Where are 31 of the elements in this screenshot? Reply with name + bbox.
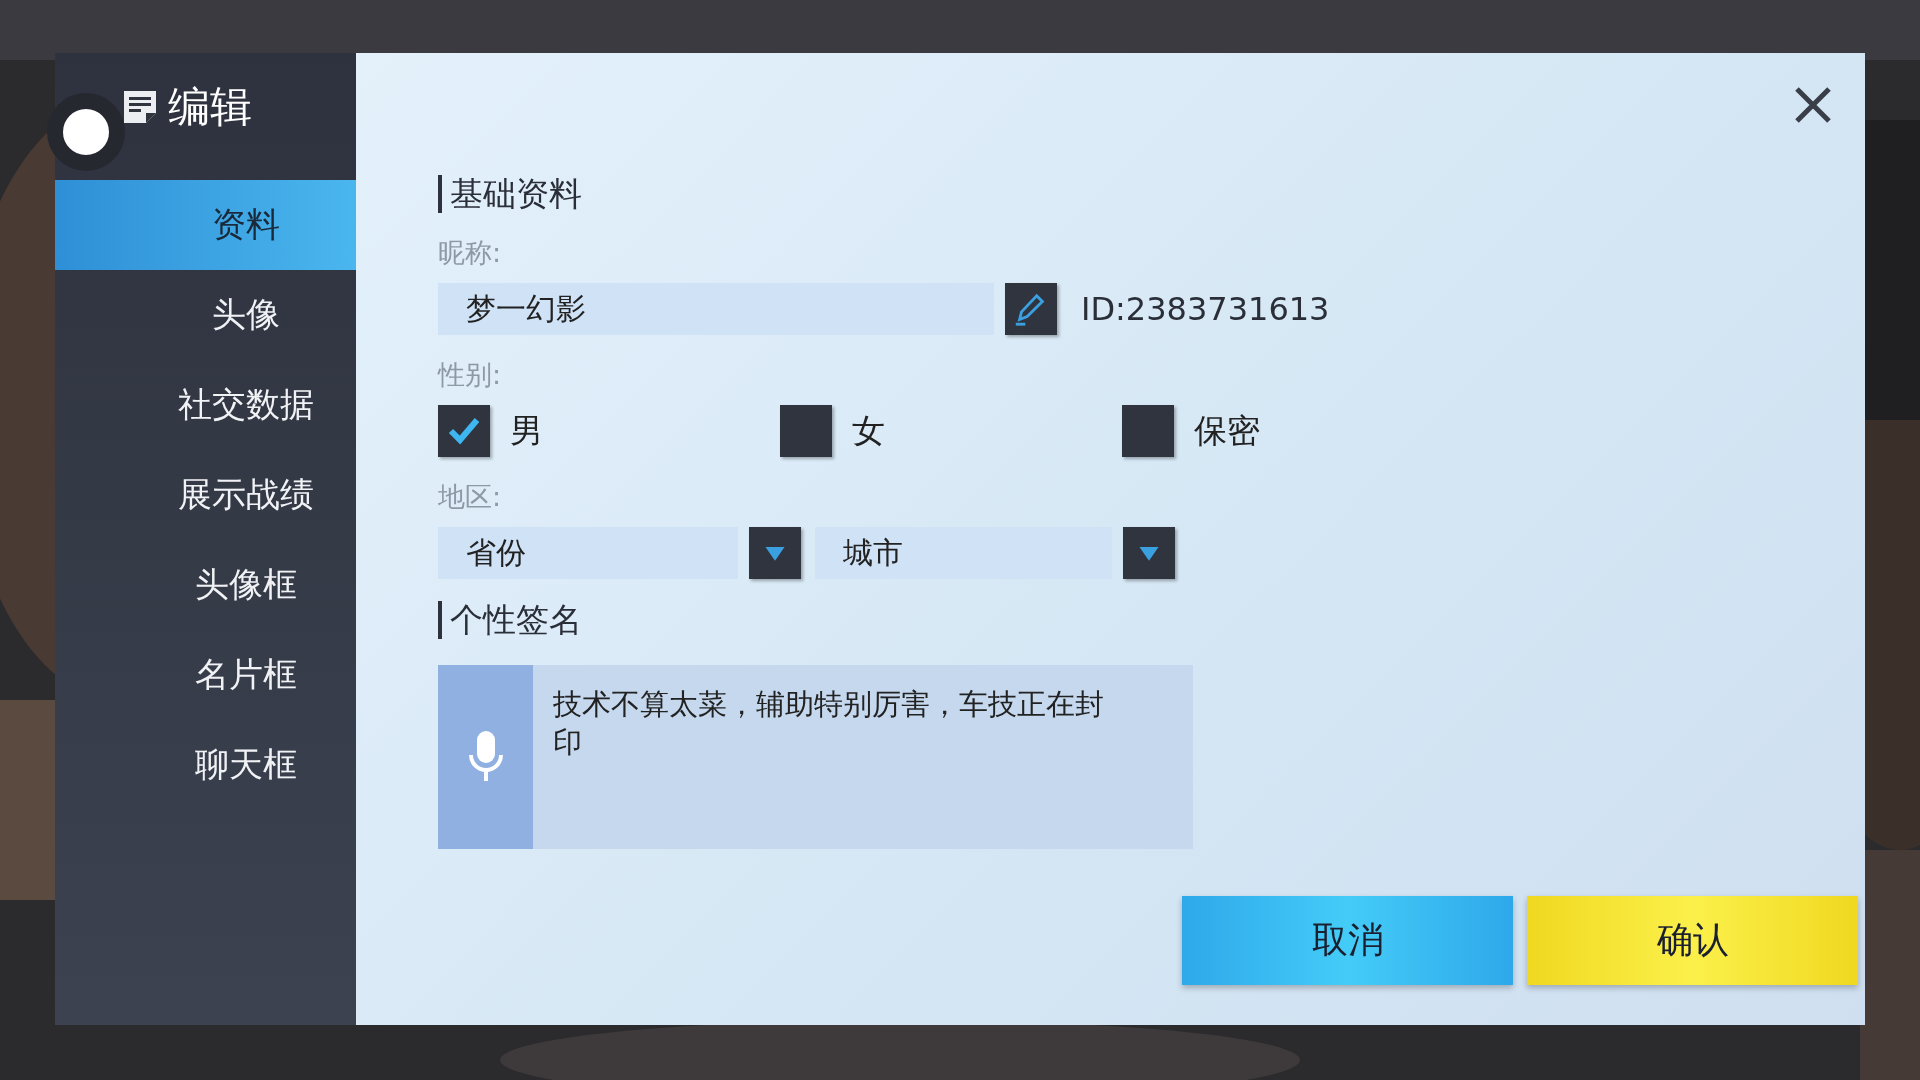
field-label: 昵称: [438,236,503,270]
signature-field[interactable]: 技术不算太菜，辅助特别厉害，车技正在封印 [438,665,1193,849]
dropdown-field[interactable]: 省份 [438,527,738,579]
dropdown-button[interactable] [749,527,801,579]
sidebar-tab[interactable]: 头像框 [55,540,356,630]
player-id: ID:2383731613 [1081,290,1330,328]
checkbox[interactable] [438,405,490,457]
option-label: 保密 [1194,409,1260,452]
cancel-button[interactable]: 取消 [1182,896,1513,985]
nickname-field[interactable]: 梦一幻影 [438,283,994,335]
dropdown-field[interactable]: 城市 [815,527,1112,579]
dropdown-button[interactable] [1123,527,1175,579]
confirm-button[interactable]: 确认 [1527,896,1858,985]
panel-title: 编辑 [168,80,252,133]
field-label: 性别: [438,358,503,392]
section-title: 基础资料 [438,175,1865,213]
close-icon[interactable] [1793,85,1833,125]
checkbox[interactable] [780,405,832,457]
sidebar-tab[interactable]: 聊天框 [55,720,356,810]
section-title: 个性签名 [438,601,1865,639]
edit-button[interactable] [1005,283,1057,335]
checkbox[interactable] [1122,405,1174,457]
sidebar-tab[interactable]: 资料 [55,180,356,270]
field-label: 地区: [438,480,503,514]
sidebar-tab[interactable]: 社交数据 [55,360,356,450]
sidebar-tab[interactable]: 展示战绩 [55,450,356,540]
sidebar-tab[interactable]: 名片框 [55,630,356,720]
sidebar-tab[interactable]: 头像 [55,270,356,360]
option-label: 女 [852,409,885,452]
note-icon [122,88,158,125]
option-label: 男 [510,409,543,452]
